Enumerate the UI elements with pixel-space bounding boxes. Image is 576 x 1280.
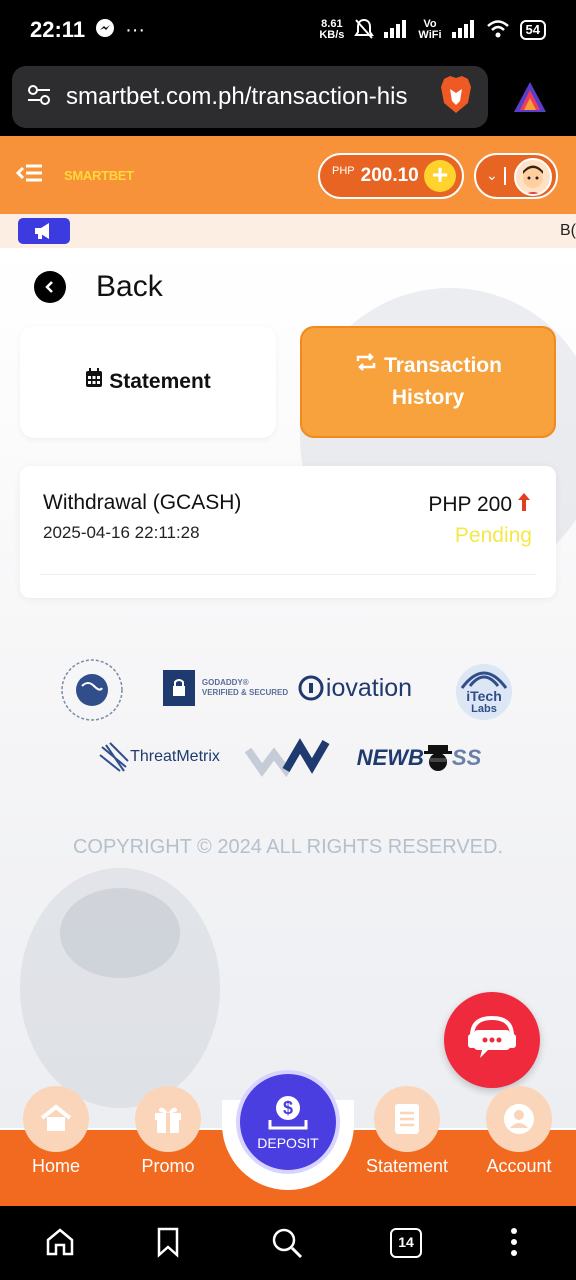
mute-icon [354, 18, 375, 43]
transaction-amount-row: PHP 200 [428, 491, 532, 519]
balance-display[interactable]: PHP 200.10 + [318, 153, 464, 199]
balance-amount: 200.10 [360, 165, 419, 186]
tab-statement-label: Statement [109, 370, 211, 393]
itech-labs-logo: iTech Labs [452, 660, 516, 724]
profile-menu[interactable]: ⌄ [474, 153, 558, 199]
live-chat-button[interactable] [444, 992, 540, 1088]
tab-statement[interactable]: Statement [20, 326, 276, 438]
transaction-type: Withdrawal (GCASH) [43, 491, 242, 514]
godaddy-line2: VERIFIED & SECURED [201, 688, 289, 697]
calendar-icon [85, 366, 103, 398]
search-icon[interactable] [270, 1226, 304, 1265]
back-button[interactable]: Back [34, 270, 163, 304]
announcement-bar: B( [0, 214, 576, 248]
tabs-button[interactable]: 14 [390, 1228, 422, 1258]
deposit-button[interactable]: $ DEPOSIT [236, 1070, 340, 1174]
bookmark-icon[interactable] [154, 1226, 182, 1263]
transaction-datetime: 2025-04-16 22:11:28 [43, 523, 200, 542]
announcement-text: B( [560, 222, 576, 239]
home-icon[interactable] [44, 1226, 76, 1263]
support-chat-icon [464, 1012, 520, 1069]
home-icon [23, 1086, 89, 1152]
add-funds-button[interactable]: + [424, 160, 456, 192]
vowifi-label: Vo WiFi [418, 18, 442, 41]
messenger-icon [95, 18, 115, 43]
brave-rewards-icon[interactable] [512, 80, 548, 119]
arrow-up-icon [516, 491, 532, 519]
site-settings-icon[interactable] [26, 82, 52, 113]
tab-transaction-history[interactable]: Transaction History [300, 326, 556, 438]
deposit-label: DEPOSIT [257, 1134, 319, 1151]
site-header: SMARTBET PHP 200.10 + ⌄ [0, 136, 576, 214]
network-speed: 8.61 KB/s [319, 18, 345, 41]
more-notifications-icon: ··· [125, 18, 146, 41]
newboss-logo: NEWB SS [356, 745, 482, 771]
repeat-icon [354, 350, 378, 382]
transaction-item[interactable]: Withdrawal (GCASH) 2025-04-16 22:11:28 P… [20, 466, 556, 598]
battery-indicator: 54 [519, 20, 546, 40]
wifi-icon [486, 19, 510, 42]
url-text[interactable]: smartbet.com.ph/transaction-his [66, 83, 436, 111]
megaphone-icon[interactable] [18, 218, 70, 244]
svg-text:$: $ [283, 1098, 293, 1118]
avatar [514, 158, 552, 196]
signal-icon-2 [451, 19, 476, 41]
iovation-logo: iovation [290, 670, 420, 706]
nav-statement[interactable]: Statement [352, 1086, 462, 1177]
browser-bottom-bar: 14 [0, 1206, 576, 1280]
brave-shields-icon[interactable] [438, 75, 474, 120]
tab-history-label-line2: History [391, 386, 465, 409]
statement-icon [374, 1086, 440, 1152]
wm-logo [244, 736, 332, 778]
status-bar: 22:11 ··· 8.61 KB/s Vo WiFi 54 [0, 0, 576, 60]
godaddy-verified-logo: GODADDY® VERIFIED & SECURED [160, 666, 290, 710]
back-label: Back [96, 270, 163, 303]
deposit-icon: $ [266, 1094, 310, 1135]
nav-promo[interactable]: Promo [113, 1086, 223, 1177]
signal-icon [384, 19, 408, 41]
godaddy-line1: GODADDY® [201, 678, 249, 687]
transaction-status: Pending [454, 524, 532, 547]
menu-toggle-icon[interactable] [15, 162, 44, 189]
gift-icon [135, 1086, 201, 1152]
user-icon [486, 1086, 552, 1152]
gli-logo [58, 656, 126, 724]
address-bar[interactable]: smartbet.com.ph/transaction-his [12, 66, 488, 128]
threatmetrix-logo: ThreatMetrix [94, 740, 224, 774]
status-time: 22:11 [30, 17, 86, 42]
chevron-down-icon: ⌄ [486, 167, 498, 183]
nav-home[interactable]: Home [1, 1086, 111, 1177]
tab-history-label-line1: Transaction [384, 354, 502, 377]
transaction-amount: PHP 200 [428, 493, 512, 516]
more-options-icon[interactable] [508, 1226, 520, 1263]
browser-toolbar: smartbet.com.ph/transaction-his [0, 60, 576, 136]
site-logo[interactable]: SMARTBET [64, 168, 134, 183]
copyright-text: COPYRIGHT © 2024 ALL RIGHTS RESERVED. [72, 836, 504, 858]
nav-account[interactable]: Account [464, 1086, 574, 1177]
back-arrow-icon [34, 271, 66, 303]
